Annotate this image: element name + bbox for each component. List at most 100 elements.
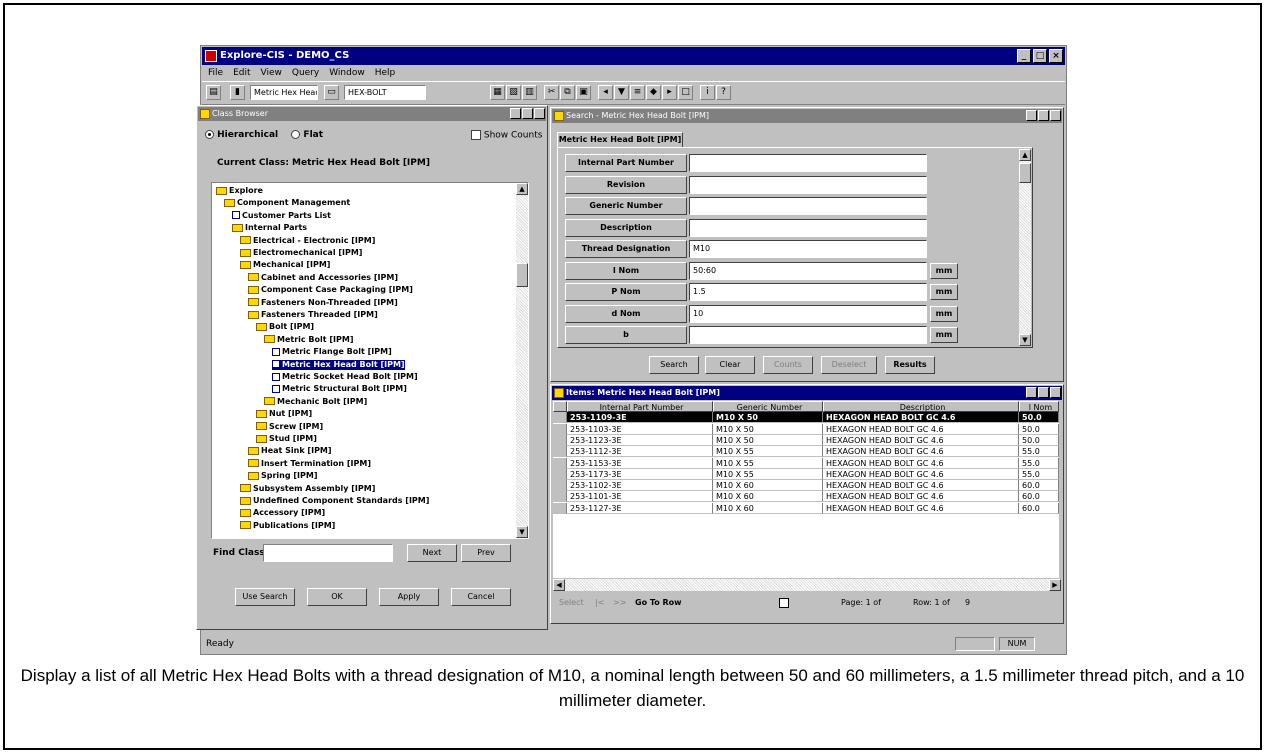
tree-node[interactable]: Metric Structural Bolt [IPM] <box>272 384 407 394</box>
tree-node[interactable]: Heat Sink [IPM] <box>248 446 332 456</box>
unit-button[interactable]: mm <box>930 327 958 343</box>
table-row[interactable]: 253-1123-3E M10 X 50 HEXAGON HEAD BOLT GC … <box>553 434 1059 446</box>
field-input[interactable] <box>689 154 927 172</box>
next-button[interactable]: Next <box>407 544 457 562</box>
print-icon[interactable]: ▦ <box>490 85 505 100</box>
go-to-row-button[interactable]: Go To Row <box>635 595 682 611</box>
info-icon[interactable]: i <box>700 85 715 100</box>
browser-maximize-button[interactable] <box>522 108 533 119</box>
row-selector[interactable] <box>553 401 567 412</box>
search-maximize-button[interactable] <box>1038 110 1049 121</box>
row-selector[interactable] <box>553 480 567 492</box>
browser-close-button[interactable] <box>534 108 545 119</box>
sort-icon[interactable]: ≡ <box>630 85 645 100</box>
table-row[interactable]: 253-1101-3E M10 X 60 HEXAGON HEAD BOLT GC … <box>553 491 1059 503</box>
nav-prev-icon[interactable]: |< <box>595 595 604 611</box>
tree-node[interactable]: Customer Parts List <box>232 211 331 221</box>
back-icon[interactable]: ◂ <box>598 85 613 100</box>
row-selector[interactable] <box>553 412 567 424</box>
window-icon[interactable]: □ <box>678 85 693 100</box>
field-input[interactable]: 1.5 <box>689 283 927 301</box>
tree-node[interactable]: Metric Socket Head Bolt [IPM] <box>272 372 418 382</box>
deselect-button[interactable]: Deselect <box>821 356 877 374</box>
field-input[interactable] <box>689 175 927 194</box>
table-row[interactable]: 253-1112-3E M10 X 55 HEXAGON HEAD BOLT GC … <box>553 446 1059 458</box>
search-tab[interactable]: Metric Hex Head Bolt [IPM] <box>557 132 683 147</box>
results-close-button[interactable] <box>1050 387 1061 398</box>
menu-edit[interactable]: Edit <box>233 66 250 80</box>
table-row[interactable]: 253-1173-3E M10 X 55 HEXAGON HEAD BOLT GC … <box>553 468 1059 480</box>
preview-icon[interactable]: ▧ <box>506 85 521 100</box>
tree-node[interactable]: Cabinet and Accessories [IPM] <box>248 273 398 283</box>
scroll-left-icon[interactable]: ◀ <box>553 579 565 591</box>
tree-node[interactable]: Bolt [IPM] <box>256 322 314 332</box>
field-input[interactable]: M10 <box>689 240 927 258</box>
clear-button[interactable]: Clear <box>705 356 755 374</box>
form-scroll-thumb[interactable] <box>1019 163 1031 183</box>
maximize-button[interactable]: □ <box>1033 49 1047 63</box>
table-row[interactable]: 253-1127-3E M10 X 60 HEXAGON HEAD BOLT GC … <box>553 502 1059 514</box>
tree-node[interactable]: Mechanic Bolt [IPM] <box>264 397 367 407</box>
unit-button[interactable]: mm <box>930 262 958 279</box>
unit-button[interactable]: mm <box>930 284 958 300</box>
tree-node[interactable]: Component Case Packaging [IPM] <box>248 285 413 295</box>
menu-help[interactable]: Help <box>375 66 396 80</box>
tree-node[interactable]: Screw [IPM] <box>256 422 323 432</box>
ok-button[interactable]: OK <box>307 588 367 606</box>
row-selector[interactable] <box>553 446 567 458</box>
select-nav-button[interactable]: Select <box>559 595 584 611</box>
counts-button[interactable]: Counts <box>763 356 813 374</box>
tree-scrollbar[interactable]: ▲ ▼ <box>516 183 528 538</box>
class-combo[interactable]: Metric Hex Head <box>250 85 318 100</box>
browser-minimize-button[interactable] <box>510 108 521 119</box>
results-maximize-button[interactable] <box>1038 387 1049 398</box>
tree-node[interactable]: Internal Parts <box>232 223 307 233</box>
tree-node[interactable]: Component Management <box>224 198 350 208</box>
forward-icon[interactable]: ▸ <box>662 85 677 100</box>
field-input[interactable]: 10 <box>689 304 927 323</box>
query-icon[interactable]: ◆ <box>646 85 661 100</box>
tree-node[interactable]: Mechanical [IPM] <box>240 260 330 270</box>
scroll-up-icon[interactable]: ▲ <box>516 183 528 195</box>
cancel-button[interactable]: Cancel <box>451 588 511 606</box>
row-selector[interactable] <box>553 434 567 446</box>
column-header[interactable]: Internal Part Number <box>567 401 713 412</box>
minimize-button[interactable]: _ <box>1017 49 1031 63</box>
menu-file[interactable]: File <box>208 66 223 80</box>
tree-node[interactable]: Electrical - Electronic [IPM] <box>240 236 375 246</box>
menu-view[interactable]: View <box>261 66 282 80</box>
search-minimize-button[interactable] <box>1026 110 1037 121</box>
flat-radio[interactable] <box>291 130 301 139</box>
cut-icon[interactable]: ✂ <box>544 85 559 100</box>
tree-node[interactable]: Spring [IPM] <box>248 471 318 481</box>
help-icon[interactable]: ? <box>716 85 731 100</box>
form-scrollbar[interactable]: ▲ ▼ <box>1019 149 1031 346</box>
find-class-input[interactable] <box>263 544 393 562</box>
paste-icon[interactable]: ▣ <box>576 85 591 100</box>
column-header[interactable]: Generic Number <box>713 401 823 412</box>
row-selector[interactable] <box>553 457 567 469</box>
tree-node[interactable]: Nut [IPM] <box>256 409 312 419</box>
tree-node[interactable]: Fasteners Threaded [IPM] <box>248 310 378 320</box>
column-header[interactable]: Description <box>823 401 1019 412</box>
form-scroll-down-icon[interactable]: ▼ <box>1019 334 1031 346</box>
field-input[interactable] <box>689 218 927 237</box>
scroll-right-icon[interactable]: ▶ <box>1049 579 1061 591</box>
use-search-button[interactable]: Use Search <box>235 588 295 606</box>
tree-node[interactable]: Undefined Component Standards [IPM] <box>240 496 429 506</box>
show-counts-checkbox[interactable] <box>471 130 481 140</box>
open-icon[interactable]: ▤ <box>206 85 221 100</box>
field-input[interactable] <box>689 326 927 344</box>
save-icon[interactable]: ▥ <box>522 85 537 100</box>
row-selector[interactable] <box>553 491 567 503</box>
nav-next-icon[interactable]: >> <box>613 595 626 611</box>
scroll-down-icon[interactable]: ▼ <box>516 526 528 538</box>
folder-icon[interactable]: ▭ <box>324 85 339 100</box>
tree-node[interactable]: Explore <box>216 186 263 196</box>
table-row[interactable]: 253-1109-3E M10 X 50 HEXAGON HEAD BOLT GC … <box>553 412 1059 424</box>
tree-node[interactable]: Publications [IPM] <box>240 521 335 531</box>
goto-row-field[interactable] <box>779 598 789 608</box>
tree-node[interactable]: Insert Termination [IPM] <box>248 459 371 469</box>
results-minimize-button[interactable] <box>1026 387 1037 398</box>
tree-node[interactable]: Accessory [IPM] <box>240 508 325 518</box>
